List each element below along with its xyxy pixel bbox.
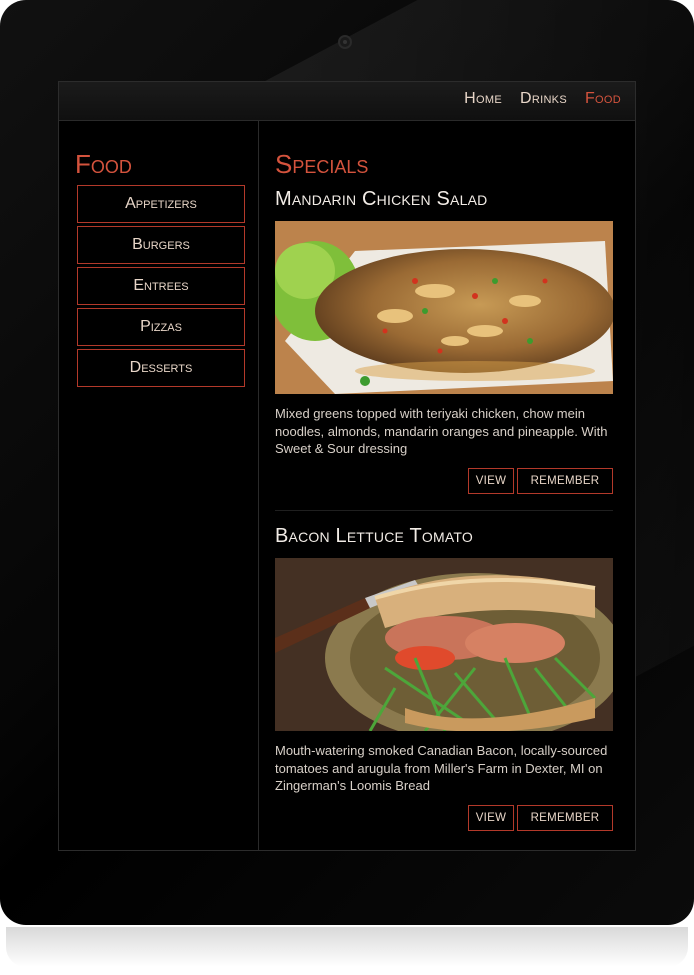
dish-card: Bacon Lettuce Tomato Mouth-watering smok… — [275, 525, 613, 831]
remember-button[interactable]: Remember — [517, 804, 613, 831]
salad-image — [275, 221, 613, 394]
dish-actions: View Remember — [275, 467, 613, 494]
view-button[interactable]: View — [468, 804, 514, 831]
dish-card: Mandarin Chicken Salad Mixed greens topp… — [275, 188, 613, 511]
main-nav: Home Drinks Food — [464, 90, 621, 108]
category-burgers[interactable]: Burgers — [77, 226, 245, 264]
category-menu: Appetizers Burgers Entrees Pizzas Desser… — [77, 185, 245, 390]
tablet-frame: Home Drinks Food Food Appetizers Burgers… — [0, 0, 694, 925]
category-entrees[interactable]: Entrees — [77, 267, 245, 305]
nav-home-link[interactable]: Home — [464, 90, 502, 108]
dish-description: Mouth-watering smoked Canadian Bacon, lo… — [275, 743, 608, 793]
dish-name: Mandarin Chicken Salad — [275, 188, 488, 210]
dish-name: Bacon Lettuce Tomato — [275, 525, 473, 547]
top-nav-bar: Home Drinks Food — [59, 82, 635, 121]
tablet-reflection — [6, 927, 688, 967]
view-button[interactable]: View — [468, 467, 514, 494]
camera-icon — [338, 35, 352, 49]
nav-drinks-link[interactable]: Drinks — [520, 90, 567, 108]
sidebar: Food Appetizers Burgers Entrees Pizzas D… — [59, 121, 259, 850]
dish-photo-blt[interactable] — [275, 558, 613, 731]
app-screen: Home Drinks Food Food Appetizers Burgers… — [58, 81, 636, 851]
divider — [275, 509, 613, 511]
remember-button[interactable]: Remember — [517, 467, 613, 494]
sidebar-title: Food — [75, 149, 132, 179]
nav-food-link[interactable]: Food — [585, 90, 621, 108]
dish-description: Mixed greens topped with teriyaki chicke… — [275, 406, 608, 456]
category-pizzas[interactable]: Pizzas — [77, 308, 245, 346]
dish-photo-salad[interactable] — [275, 221, 613, 394]
specials-title: Specials — [275, 149, 369, 179]
dish-actions: View Remember — [275, 804, 613, 831]
sandwich-image — [275, 558, 613, 731]
category-appetizers[interactable]: Appetizers — [77, 185, 245, 223]
category-desserts[interactable]: Desserts — [77, 349, 245, 387]
